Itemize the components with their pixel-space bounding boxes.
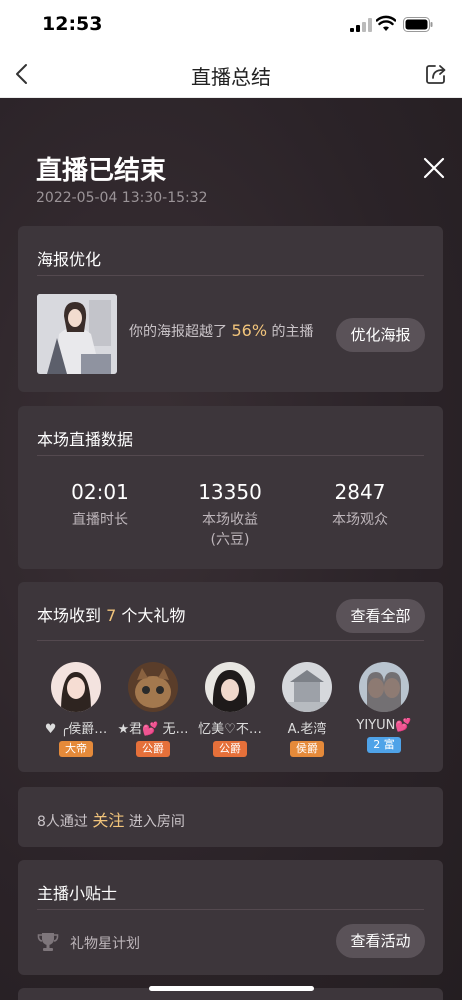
stat-duration: 02:01 直播时长 — [50, 480, 150, 530]
stat-label-main: 本场收益 — [202, 512, 258, 528]
stat-value: 13350 — [198, 480, 262, 504]
poster-percent: 56% — [231, 321, 268, 340]
trophy-icon — [37, 933, 59, 951]
poster-thumbnail[interactable] — [37, 294, 117, 374]
stat-label: 直播时长 — [72, 512, 128, 528]
navigation-bar: 直播总结 — [0, 50, 462, 98]
user-avatar — [282, 662, 332, 712]
divider — [37, 640, 424, 641]
follow-text-suffix: 进入房间 — [124, 814, 185, 830]
gift-user[interactable]: ★君💕 无… 公爵 — [115, 662, 191, 757]
home-indicator — [149, 986, 314, 991]
page-title: 直播总结 — [191, 65, 271, 89]
stat-label: 本场收益 (六豆) — [180, 510, 280, 550]
status-time: 12:53 — [42, 13, 103, 35]
live-stats-card: 本场直播数据 02:01 直播时长 13350 本场收益 (六豆) 2847 本场… — [18, 406, 443, 569]
user-avatar — [205, 662, 255, 712]
user-avatar — [359, 662, 409, 712]
poster-card-title: 海报优化 — [37, 250, 102, 269]
user-avatar — [128, 662, 178, 712]
stat-value: 02:01 — [71, 480, 129, 504]
gifts-title-prefix: 本场收到 — [37, 606, 107, 625]
stat-value: 2847 — [334, 480, 386, 504]
gift-user[interactable]: 忆美♡不… 公爵 — [192, 662, 268, 757]
gift-user[interactable]: ♥ ╭侯爵… 大帝 — [38, 662, 114, 757]
tip-item-label: 礼物星计划 — [70, 936, 140, 952]
gift-user-name: ★君💕 无… — [117, 722, 189, 737]
big-gifts-card: 本场收到 7 个大礼物 查看全部 ♥ ╭侯爵… 大帝 ★君💕 无… 公爵 忆美♡… — [18, 582, 443, 772]
live-ended-title: 直播已结束 — [36, 156, 167, 186]
cellular-signal-icon — [350, 18, 372, 32]
rank-badge: 公爵 — [136, 741, 170, 757]
poster-optimization-card: 海报优化 你的海报超越了 56% 的主播 优化海报 — [18, 226, 443, 392]
close-icon[interactable] — [420, 154, 448, 182]
summary-content: 直播已结束 2022-05-04 13:30-15:32 海报优化 你的海报超越… — [0, 98, 462, 1000]
battery-icon — [403, 17, 433, 32]
wifi-icon — [376, 15, 396, 31]
view-activity-button[interactable]: 查看活动 — [336, 924, 425, 958]
optimize-poster-button[interactable]: 优化海报 — [336, 318, 425, 352]
gift-count: 7 — [106, 606, 117, 625]
follow-entry-card: 8人通过 关注 进入房间 — [18, 787, 443, 847]
stat-viewers: 2847 本场观众 — [310, 480, 410, 530]
view-all-button[interactable]: 查看全部 — [336, 599, 425, 633]
stats-card-title: 本场直播数据 — [37, 430, 134, 449]
poster-photo-icon — [37, 294, 117, 374]
gift-user-name: A.老湾 — [287, 722, 327, 737]
divider — [37, 455, 424, 456]
follow-text-prefix: 8人通过 — [37, 814, 93, 830]
poster-text-suffix: 的主播 — [267, 324, 314, 340]
tips-card-title: 主播小贴士 — [37, 884, 118, 903]
rank-badge: 侯爵 — [290, 741, 324, 757]
divider — [37, 275, 424, 276]
rich-level-badge: 2 富 — [367, 737, 401, 753]
stat-label-unit: (六豆) — [210, 532, 250, 548]
divider — [37, 909, 424, 910]
rank-badge: 公爵 — [213, 741, 247, 757]
gifts-title-suffix: 个大礼物 — [116, 606, 186, 625]
poster-text-prefix: 你的海报超越了 — [129, 324, 232, 340]
host-tips-card: 主播小贴士 礼物星计划 查看活动 — [18, 860, 443, 975]
rank-badge: 大帝 — [59, 741, 93, 757]
follow-highlight: 关注 — [92, 811, 125, 830]
poster-rank-text: 你的海报超越了 56% 的主播 — [129, 321, 313, 341]
share-icon[interactable] — [425, 63, 449, 85]
live-time-range: 2022-05-04 13:30-15:32 — [36, 190, 208, 206]
gift-user-name: YIYUN💕 — [356, 718, 412, 733]
gifts-card-title: 本场收到 7 个大礼物 — [37, 602, 185, 626]
status-bar: 12:53 — [0, 0, 462, 50]
gift-user[interactable]: A.老湾 侯爵 — [269, 662, 345, 757]
user-avatar — [51, 662, 101, 712]
gift-user[interactable]: YIYUN💕 2 富 — [346, 662, 422, 753]
gift-user-name: 忆美♡不… — [198, 722, 262, 737]
stat-label: 本场观众 — [332, 512, 388, 528]
follow-entry-text: 8人通过 关注 进入房间 — [37, 807, 185, 831]
gift-user-name: ♥ ╭侯爵… — [44, 722, 108, 737]
stat-earnings: 13350 本场收益 (六豆) — [180, 480, 280, 550]
